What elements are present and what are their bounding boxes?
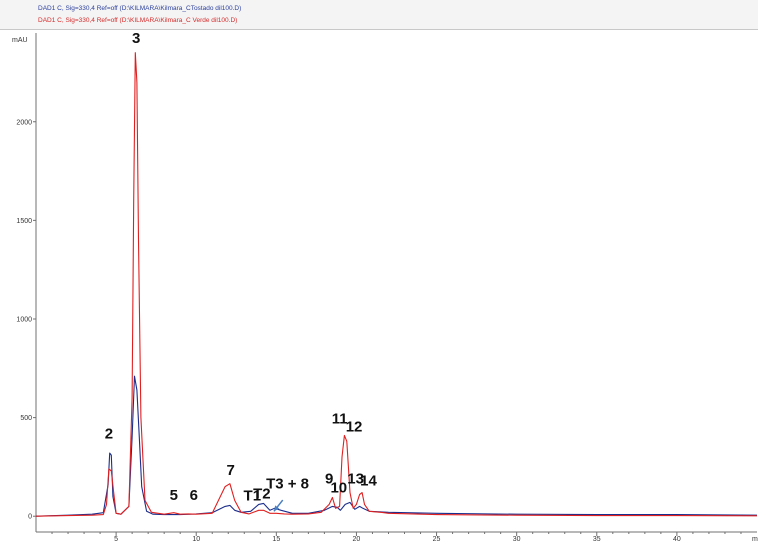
x-tick-label: 35 bbox=[593, 536, 601, 543]
peak-label: 14 bbox=[360, 473, 377, 490]
peak-label: 3 bbox=[132, 30, 140, 47]
peak-label: 2 bbox=[105, 425, 113, 442]
peak-label: 7 bbox=[226, 462, 234, 479]
x-tick-label: 20 bbox=[353, 536, 361, 543]
chromatogram-chart: mAUmi05001000150020005101520253035402356… bbox=[12, 30, 758, 543]
x-tick-label: 5 bbox=[114, 536, 118, 543]
red-trace-line bbox=[35, 52, 758, 517]
peak-label: 6 bbox=[190, 487, 198, 504]
x-axis-unit-label: mi bbox=[752, 536, 758, 543]
y-tick-label: 1500 bbox=[16, 218, 32, 225]
x-tick-label: 30 bbox=[513, 536, 521, 543]
y-tick-label: 2000 bbox=[16, 119, 32, 126]
peak-label: 12 bbox=[346, 418, 363, 435]
peak-label: 5 bbox=[170, 487, 178, 504]
y-tick-label: 1000 bbox=[16, 316, 32, 323]
peak-label: 10 bbox=[330, 480, 347, 497]
y-axis-unit-label: mAU bbox=[12, 37, 28, 44]
blue-trace-line bbox=[35, 375, 758, 517]
x-tick-label: 40 bbox=[673, 536, 681, 543]
y-tick-label: 500 bbox=[20, 415, 32, 422]
x-tick-label: 10 bbox=[192, 536, 200, 543]
x-tick-label: 25 bbox=[433, 536, 441, 543]
x-tick-label: 15 bbox=[272, 536, 280, 543]
peak-label: T3 + 8 bbox=[266, 476, 309, 493]
y-tick-label: 0 bbox=[28, 514, 32, 521]
